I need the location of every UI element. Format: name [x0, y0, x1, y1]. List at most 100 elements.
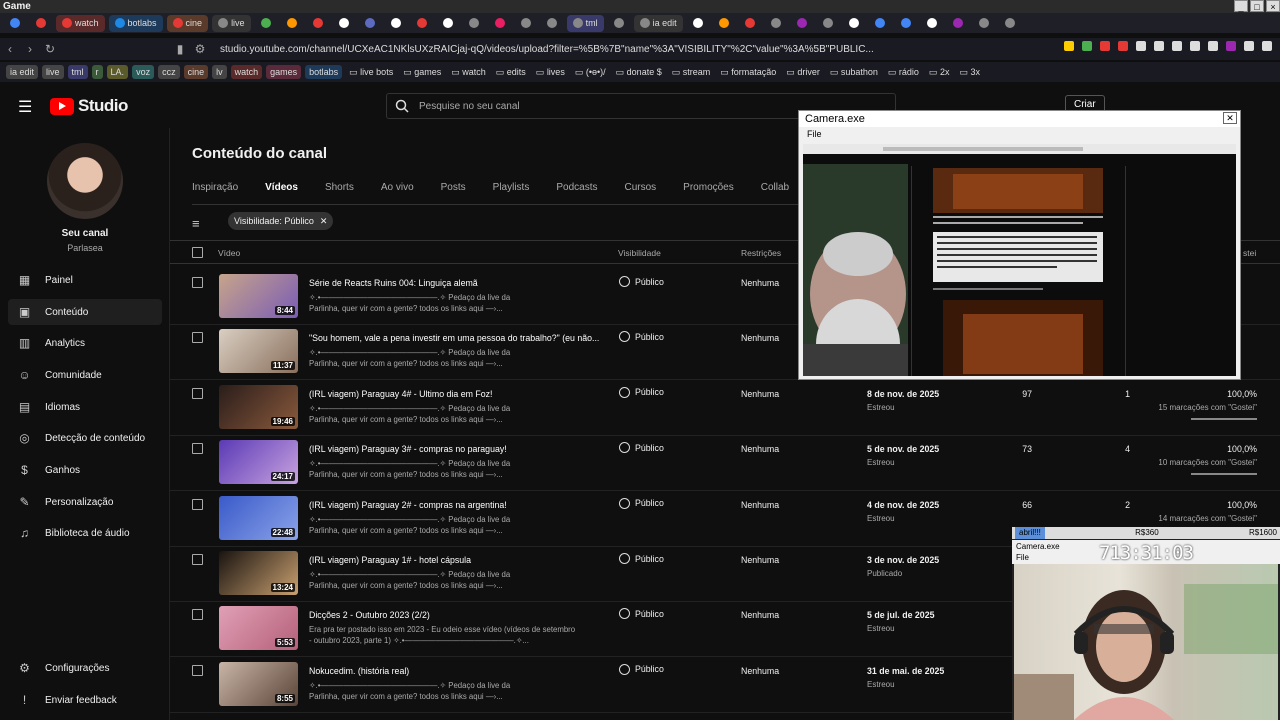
- video-thumbnail[interactable]: 11:37: [219, 329, 298, 374]
- video-thumbnail[interactable]: 8:55: [219, 661, 298, 706]
- visibility-cell[interactable]: Público: [619, 497, 664, 509]
- extension-icon[interactable]: [1262, 41, 1272, 51]
- bookmark-folder[interactable]: ▭ 3x: [956, 67, 983, 78]
- tab-shorts[interactable]: Shorts: [325, 182, 354, 193]
- file-menu[interactable]: File: [807, 129, 822, 139]
- browser-tab[interactable]: [687, 15, 709, 32]
- video-title[interactable]: (IRL viagem) Paraguay 1# - hotel cápsula: [309, 555, 471, 565]
- select-all-checkbox[interactable]: [192, 247, 203, 258]
- bookmark-folder[interactable]: ▭ donate $: [613, 67, 665, 78]
- extension-icon[interactable]: [1172, 41, 1182, 51]
- browser-tab[interactable]: [281, 15, 303, 32]
- video-title[interactable]: Nokucedim. (história real): [309, 666, 409, 676]
- bookmark-folder[interactable]: ▭ subathon: [827, 67, 881, 78]
- browser-tab[interactable]: [359, 15, 381, 32]
- browser-tab[interactable]: [255, 15, 277, 32]
- video-title[interactable]: (IRL viagem) Paraguay 3# - compras no pa…: [309, 444, 507, 454]
- row-checkbox[interactable]: [192, 332, 203, 344]
- tab-posts[interactable]: Posts: [441, 182, 466, 193]
- bookmark-item[interactable]: ccz: [158, 65, 180, 79]
- bookmark-item[interactable]: r: [91, 65, 103, 79]
- visibility-cell[interactable]: Público: [619, 553, 664, 564]
- browser-tab[interactable]: [921, 15, 943, 32]
- bookmark-folder[interactable]: ▭ formatação: [717, 67, 779, 78]
- video-title[interactable]: Dicções 2 - Outubro 2023 (2/2): [309, 610, 430, 620]
- bookmark-folder[interactable]: ▭ (•ө•)/: [572, 67, 609, 78]
- video-thumbnail[interactable]: 24:17: [219, 440, 298, 485]
- visibility-cell[interactable]: Público: [619, 608, 664, 620]
- video-thumbnail[interactable]: 5:53: [219, 606, 298, 651]
- extension-icon[interactable]: [1244, 41, 1254, 51]
- video-thumbnail[interactable]: 13:24: [219, 551, 298, 595]
- bookmark-item[interactable]: cine: [183, 65, 209, 79]
- browser-tab[interactable]: cine: [166, 14, 209, 32]
- table-row[interactable]: 19:46 (IRL viagem) Paraguay 4# - Ultimo d…: [170, 381, 1280, 436]
- browser-tab[interactable]: [4, 15, 26, 32]
- url-input[interactable]: studio.youtube.com/channel/UCXeAC1NKlsUX…: [220, 44, 874, 55]
- browser-tab[interactable]: [765, 15, 787, 32]
- bookmark-folder[interactable]: ▭ rádio: [885, 67, 922, 78]
- bookmark-item[interactable]: watch: [230, 65, 263, 79]
- row-checkbox[interactable]: [192, 664, 203, 676]
- maximize-button[interactable]: □: [1250, 0, 1264, 12]
- browser-tab[interactable]: [411, 15, 433, 32]
- close-icon[interactable]: ✕: [320, 216, 328, 227]
- row-checkbox[interactable]: [192, 609, 203, 621]
- tab-promoes[interactable]: Promoções: [683, 182, 734, 193]
- browser-tab[interactable]: [385, 15, 407, 32]
- forward-icon[interactable]: ›: [20, 42, 40, 56]
- sidebar-item-analytics[interactable]: ▥ Analytics: [8, 330, 162, 356]
- browser-tab[interactable]: [463, 15, 485, 32]
- browser-tab[interactable]: [437, 15, 459, 32]
- tab-playlists[interactable]: Playlists: [493, 182, 530, 193]
- row-checkbox[interactable]: [192, 387, 203, 399]
- browser-tab[interactable]: ia edit: [633, 14, 683, 32]
- bookmark-icon[interactable]: ▮: [170, 42, 190, 56]
- extension-icon[interactable]: [1226, 41, 1236, 51]
- browser-tab[interactable]: [739, 15, 761, 32]
- browser-tab[interactable]: [973, 15, 995, 32]
- sidebar-item-settings[interactable]: ⚙ Configurações: [8, 655, 162, 681]
- extension-icon[interactable]: [1136, 41, 1146, 51]
- visibility-cell[interactable]: Público: [619, 442, 664, 454]
- sidebar-item-content-detection[interactable]: ◎ Detecção de conteúdo: [8, 425, 162, 451]
- file-menu[interactable]: File: [1016, 553, 1029, 562]
- visibility-cell[interactable]: Público: [619, 663, 664, 675]
- bookmark-folder[interactable]: ▭ edits: [493, 67, 529, 78]
- browser-tab[interactable]: [947, 15, 969, 32]
- bookmark-item[interactable]: ia edit: [6, 65, 39, 79]
- video-thumbnail[interactable]: 8:44: [219, 274, 298, 318]
- table-row[interactable]: 24:17 (IRL viagem) Paraguay 3# - compras …: [170, 436, 1280, 492]
- bookmark-item[interactable]: lv: [212, 65, 227, 79]
- browser-tab[interactable]: [817, 15, 839, 32]
- bookmark-folder[interactable]: ▭ live bots: [346, 67, 396, 78]
- bookmark-item[interactable]: botlabs: [305, 65, 343, 79]
- visibility-cell[interactable]: Público: [619, 386, 664, 398]
- close-icon[interactable]: ✕: [1223, 112, 1237, 124]
- video-title[interactable]: (IRL viagem) Paraguay 2# - compras na ar…: [309, 500, 507, 510]
- sidebar-item-languages[interactable]: ▤ Idiomas: [8, 394, 162, 420]
- sidebar-item-customization[interactable]: ✎ Personalização: [8, 489, 162, 515]
- video-title[interactable]: Série de Reacts Ruins 004: Linguiça alem…: [309, 278, 478, 288]
- tab-cursos[interactable]: Cursos: [624, 182, 656, 193]
- tab-podcasts[interactable]: Podcasts: [556, 182, 597, 193]
- bookmark-folder[interactable]: ▭ stream: [669, 67, 714, 78]
- studio-logo[interactable]: Studio: [50, 96, 128, 116]
- row-checkbox[interactable]: [192, 554, 203, 565]
- reload-icon[interactable]: ↻: [40, 42, 60, 56]
- row-checkbox[interactable]: [192, 443, 203, 455]
- extension-icon[interactable]: [1208, 41, 1218, 51]
- extension-icon[interactable]: [1064, 41, 1074, 51]
- bookmark-item[interactable]: games: [266, 65, 302, 79]
- bookmark-item[interactable]: LA.: [106, 65, 129, 79]
- browser-tab[interactable]: [999, 15, 1021, 32]
- minimize-button[interactable]: _: [1234, 0, 1248, 12]
- tab-aovivo[interactable]: Ao vivo: [381, 182, 414, 193]
- close-button[interactable]: ×: [1266, 0, 1280, 12]
- tab-vdeos[interactable]: Vídeos: [265, 182, 298, 193]
- extension-icon[interactable]: [1118, 41, 1128, 51]
- tab-inspirao[interactable]: Inspiração: [192, 182, 238, 193]
- sidebar-item-community[interactable]: ☺ Comunidade: [8, 362, 162, 388]
- browser-tab[interactable]: [515, 15, 537, 32]
- browser-tab[interactable]: [307, 15, 329, 32]
